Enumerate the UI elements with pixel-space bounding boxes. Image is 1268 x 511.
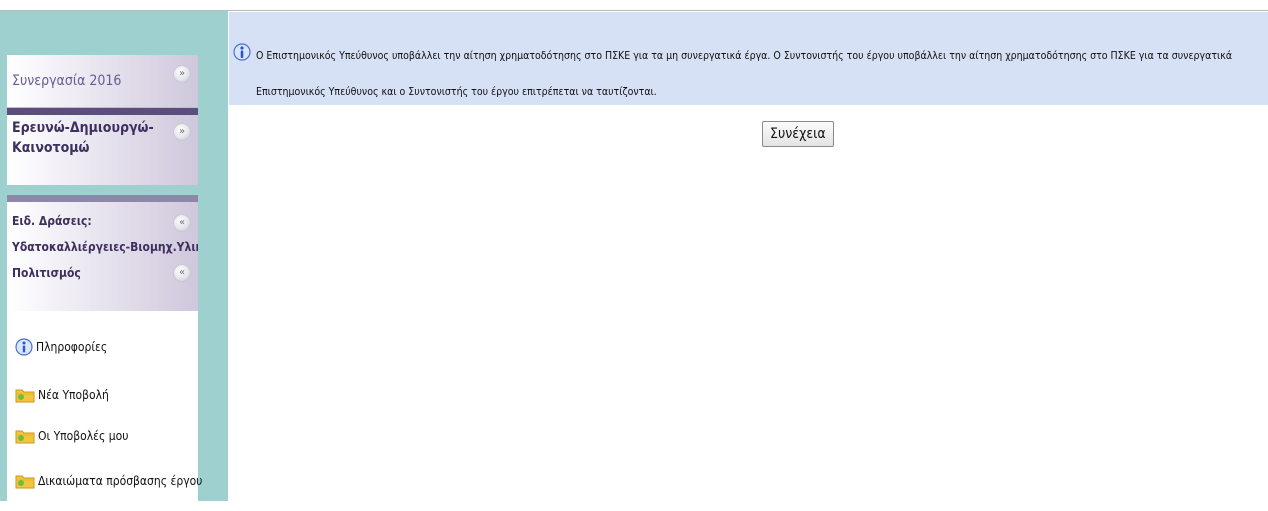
info-message: Ο Επιστημονικός Υπεύθυνος υποβάλλει την … <box>229 12 1268 105</box>
sidebar-item-label: Πληροφορίες <box>36 340 108 354</box>
sidebar-section-title-line2: Καινοτομώ <box>12 140 90 156</box>
folder-icon <box>15 386 35 404</box>
chevron-double-down-icon[interactable]: » <box>173 123 191 141</box>
sidebar-section-synergasia[interactable]: Συνεργασία 2016 » <box>7 55 198 107</box>
sidebar-section-title-line1: Ερευνώ-Δημιουργώ- <box>12 120 154 136</box>
info-icon <box>15 338 33 356</box>
sidebar-item-info[interactable]: Πληροφορίες <box>15 335 107 359</box>
sidebar-item-access-rights[interactable]: Δικαιώματα πρόσβασης έργου <box>15 469 202 493</box>
sidebar-section-title-line2: Υδατοκαλλιέργειες-Βιομηχ.Υλικά- <box>12 240 198 254</box>
sidebar-item-label: Δικαιώματα πρόσβασης έργου <box>38 474 203 488</box>
sidebar-section-eid-draseis[interactable]: Ειδ. Δράσεις: Υδατοκαλλιέργειες-Βιομηχ.Υ… <box>7 195 198 312</box>
top-border <box>0 0 1268 11</box>
sidebar-item-my-submissions[interactable]: Οι Υποβολές μου <box>15 424 128 448</box>
chevron-double-up-icon[interactable]: « <box>173 214 191 232</box>
sidebar-item-new-submission[interactable]: Νέα Υποβολή <box>15 383 109 407</box>
folder-icon <box>15 427 35 445</box>
sidebar-item-label: Νέα Υποβολή <box>38 388 109 402</box>
info-text-line1: Ο Επιστημονικός Υπεύθυνος υποβάλλει την … <box>256 50 1233 62</box>
sidebar-links: Πληροφορίες Νέα Υποβολή Οι Υποβολές μου … <box>7 311 202 511</box>
folder-icon <box>15 472 35 490</box>
sidebar-item-label: Οι Υποβολές μου <box>38 429 129 443</box>
chevron-double-down-icon[interactable]: » <box>173 65 191 83</box>
sidebar: Συνεργασία 2016 » Ερευνώ-Δημιουργώ- Καιν… <box>7 17 202 511</box>
info-text-line2: Επιστημονικός Υπεύθυνος και ο Συντονιστή… <box>256 86 657 98</box>
sidebar-section-erevno[interactable]: Ερευνώ-Δημιουργώ- Καινοτομώ » <box>7 108 198 185</box>
continue-button[interactable]: Συνέχεια <box>762 121 834 147</box>
sidebar-section-title-line3: Πολιτισμός <box>12 266 81 280</box>
sidebar-section-title: Συνεργασία 2016 <box>12 73 122 89</box>
info-icon <box>233 42 251 66</box>
sidebar-section-title-line1: Ειδ. Δράσεις: <box>12 214 92 228</box>
chevron-double-up-icon[interactable]: « <box>173 264 191 282</box>
